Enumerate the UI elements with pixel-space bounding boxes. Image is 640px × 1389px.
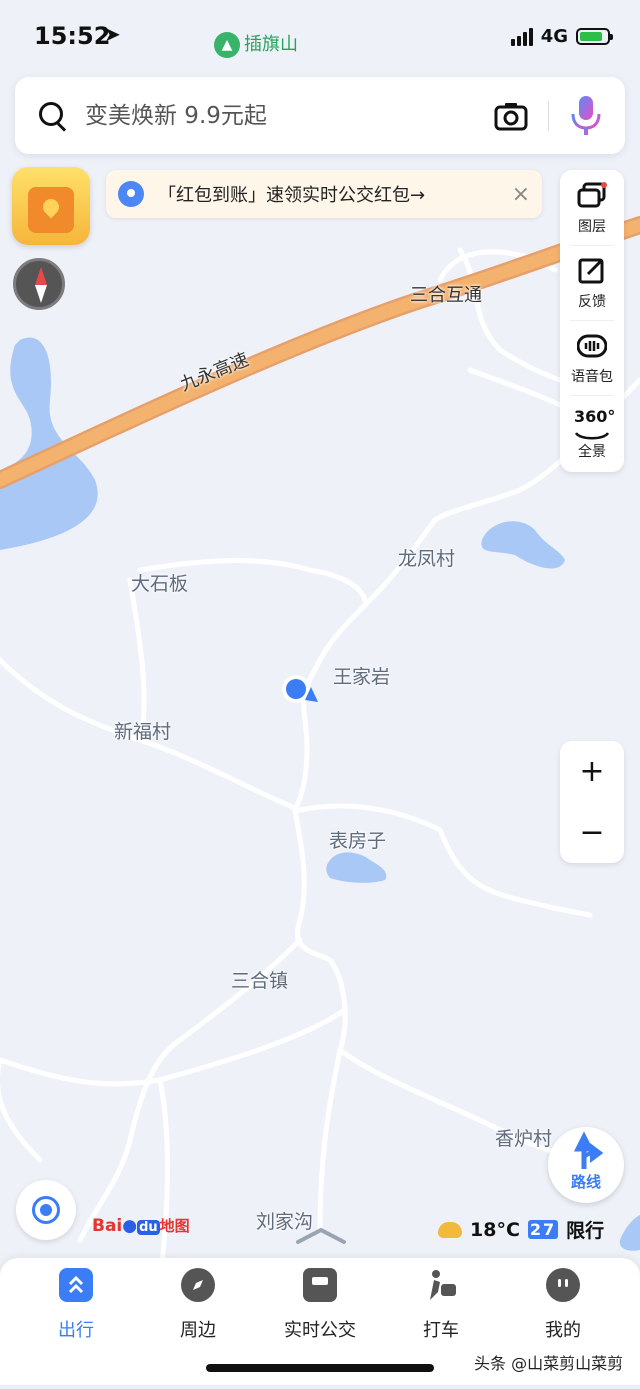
layers-icon [577, 182, 607, 210]
logo-du: du [137, 1220, 160, 1235]
panorama-badge: 360° [574, 407, 616, 426]
map-toolbar: 图层 反馈 语音包 360° 全景 [560, 170, 624, 472]
profile-icon [546, 1268, 580, 1302]
weather-cloud-icon [438, 1221, 462, 1238]
voice-pack-label: 语音包 [571, 369, 613, 385]
zoom-in-button[interactable]: + [560, 741, 624, 802]
mountain-pin-icon: ▲ [214, 32, 240, 58]
baidu-map-logo: Bai● du 地图 [92, 1215, 190, 1236]
bus-icon [303, 1268, 337, 1302]
drawer-handle[interactable] [296, 1226, 346, 1246]
weather-widget[interactable]: 18°C 27 限行 [438, 1216, 604, 1243]
layers-label: 图层 [578, 219, 606, 235]
nav-item-taxi[interactable]: 打车 [386, 1268, 496, 1342]
panorama-button[interactable]: 360° 全景 [560, 395, 624, 470]
cellular-signal-icon [510, 27, 533, 46]
feedback-edit-icon [577, 257, 607, 285]
voice-pack-button[interactable]: 语音包 [560, 320, 624, 395]
layers-button[interactable]: 图层 [560, 170, 624, 245]
route-arrow-icon [573, 1131, 604, 1169]
nav-item-nearby[interactable]: 周边 [143, 1268, 253, 1342]
location-arrow-icon: ➤ [104, 22, 121, 46]
home-indicator [206, 1364, 434, 1372]
search-divider [548, 100, 549, 131]
travel-icon [59, 1268, 93, 1302]
panorama-label: 全景 [578, 444, 606, 460]
place-chip[interactable]: ▲ 插旗山 [214, 30, 298, 58]
microphone-icon[interactable] [569, 94, 603, 138]
route-button[interactable]: 路线 [548, 1127, 624, 1203]
nav-label: 实时公交 [284, 1320, 356, 1341]
place-label: 大石板 [131, 573, 189, 595]
nav-item-bus[interactable]: 实时公交 [265, 1268, 375, 1342]
nav-item-travel[interactable]: 出行 [21, 1268, 131, 1342]
nav-label: 打车 [423, 1320, 459, 1341]
place-label: 三合镇 [231, 970, 289, 992]
traffic-limit-numbers: 27 [527, 1220, 559, 1239]
search-bar[interactable] [15, 77, 625, 154]
camera-icon[interactable] [494, 101, 528, 131]
promo-banner-text: 「红包到账」速领实时公交红包→ [158, 185, 426, 206]
interchange-label: 三合互通 [410, 285, 482, 306]
feedback-label: 反馈 [578, 294, 606, 310]
compass-icon[interactable] [13, 258, 65, 310]
search-icon [37, 100, 69, 132]
route-label: 路线 [570, 1173, 601, 1191]
network-type: 4G [540, 26, 568, 47]
place-label: 香炉村 [495, 1128, 553, 1150]
nav-label: 我的 [545, 1320, 581, 1341]
search-input[interactable] [83, 101, 467, 130]
locate-dot [40, 1204, 52, 1216]
close-icon[interactable]: × [512, 182, 530, 207]
logo-bai: Bai [92, 1216, 123, 1236]
battery-icon [576, 28, 613, 45]
status-time: 15:52 [34, 22, 111, 50]
panorama-360-icon: 360° [574, 407, 616, 440]
place-label: 新福村 [114, 721, 172, 743]
paw-icon: ● [122, 1216, 138, 1236]
place-label: 表房子 [329, 830, 387, 852]
status-indicators: 4G [510, 26, 613, 47]
zoom-out-button[interactable]: − [560, 802, 624, 863]
zoom-controls: + − [560, 741, 624, 863]
nav-label: 出行 [58, 1320, 94, 1341]
place-chip-label: 插旗山 [244, 34, 298, 55]
feedback-button[interactable]: 反馈 [560, 245, 624, 320]
place-label: 王家岩 [333, 666, 391, 688]
location-pin-icon [118, 181, 144, 207]
place-label: 龙凤村 [398, 548, 456, 570]
treasure-box-icon[interactable] [12, 167, 90, 245]
locate-me-button[interactable] [16, 1180, 76, 1240]
nav-label: 周边 [180, 1320, 216, 1341]
promo-banner[interactable]: 「红包到账」速领实时公交红包→ × [106, 170, 542, 218]
taxi-icon [424, 1268, 458, 1302]
watermark: 头条 @山菜剪山菜剪 [474, 1354, 624, 1373]
logo-map: 地图 [159, 1217, 190, 1235]
compass-nearby-icon [181, 1268, 215, 1302]
temperature: 18°C [470, 1218, 520, 1241]
nav-item-profile[interactable]: 我的 [508, 1268, 618, 1342]
traffic-limit-label: 限行 [566, 1220, 605, 1242]
voice-pack-icon [576, 332, 608, 360]
